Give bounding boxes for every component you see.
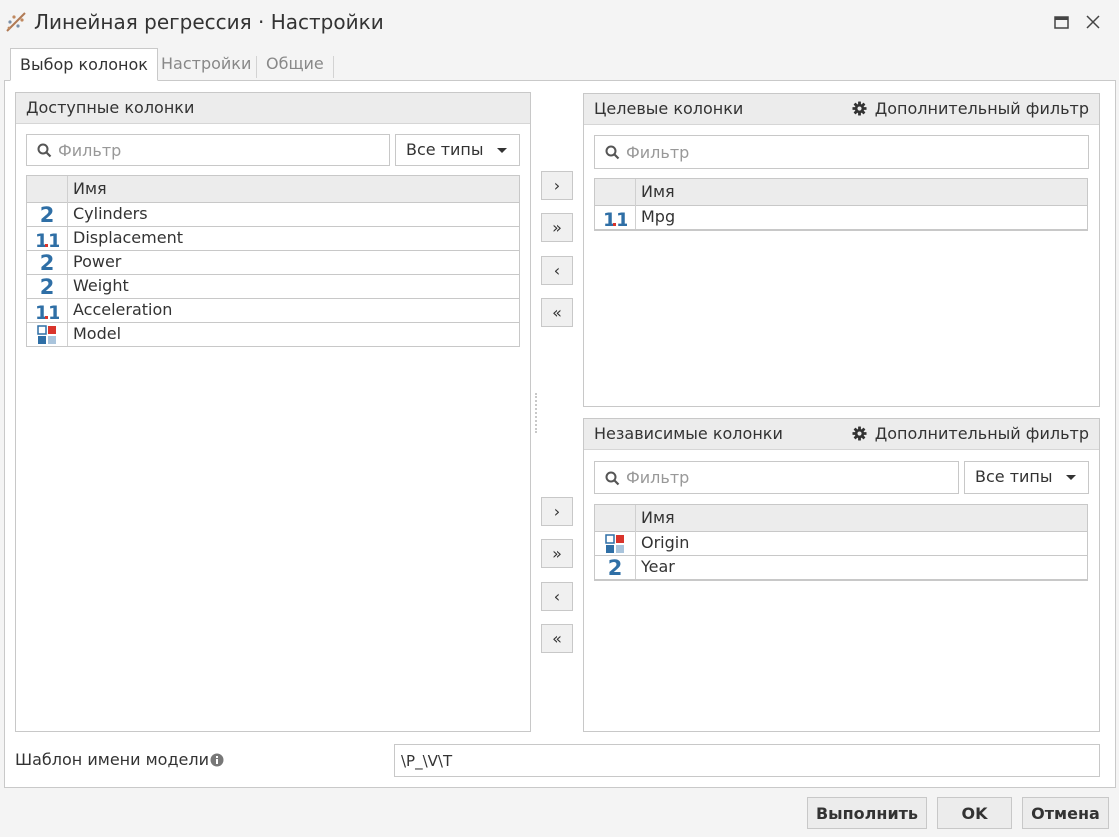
maximize-icon[interactable] xyxy=(1051,12,1071,32)
available-type-select[interactable]: Все типы xyxy=(395,134,520,166)
float-type-icon: 11 xyxy=(27,299,68,322)
panel-title: Доступные колонки xyxy=(26,98,195,117)
name-column-header: Имя xyxy=(641,508,675,527)
app-icon xyxy=(6,12,26,32)
independent-columns-table: Имя Origin 2 Year xyxy=(594,504,1088,581)
type-column-header xyxy=(27,176,68,203)
float-type-icon: 11 xyxy=(595,206,636,229)
independent-filter-input[interactable] xyxy=(626,462,953,493)
add-all-independent-button[interactable]: » xyxy=(541,539,573,568)
remove-target-button[interactable]: ‹ xyxy=(541,256,573,285)
integer-type-icon: 2 xyxy=(595,556,636,579)
categorical-type-icon xyxy=(27,323,68,346)
table-row[interactable]: 2 Power xyxy=(27,251,519,275)
table-row[interactable]: 11 Mpg xyxy=(595,206,1087,230)
table-header: Имя xyxy=(595,179,1087,206)
independent-filter-field[interactable] xyxy=(594,461,959,494)
panel-header: Независимые колонки Дополнительный фильт… xyxy=(584,419,1099,450)
name-column-header: Имя xyxy=(641,182,675,201)
chevron-down-icon xyxy=(497,148,507,153)
close-icon[interactable] xyxy=(1083,12,1103,32)
svg-text:1: 1 xyxy=(48,302,59,321)
model-template-input[interactable] xyxy=(401,745,1093,776)
table-row[interactable]: 11 Acceleration xyxy=(27,299,519,323)
type-column-header xyxy=(595,505,636,532)
remove-all-independent-button[interactable]: « xyxy=(541,624,573,653)
independent-extra-filter-button[interactable]: Дополнительный фильтр xyxy=(852,424,1089,443)
tab-settings[interactable]: Настройки xyxy=(152,48,260,81)
table-row[interactable]: 11 Displacement xyxy=(27,227,519,251)
panel-header: Доступные колонки xyxy=(16,93,530,124)
table-row[interactable]: 2 Weight xyxy=(27,275,519,299)
svg-text:1: 1 xyxy=(616,209,627,228)
tab-general[interactable]: Общие xyxy=(257,48,333,81)
target-extra-filter-button[interactable]: Дополнительный фильтр xyxy=(852,99,1089,118)
integer-type-icon: 2 xyxy=(27,251,68,274)
remove-independent-button[interactable]: ‹ xyxy=(541,582,573,611)
gear-icon xyxy=(852,426,867,441)
table-row[interactable]: 2 Cylinders xyxy=(27,203,519,227)
cancel-button[interactable]: Отмена xyxy=(1022,797,1109,829)
row-label: Origin xyxy=(641,533,690,552)
target-columns-panel: Целевые колонки Дополнительный фильтр Им… xyxy=(583,93,1100,407)
add-independent-button[interactable]: › xyxy=(541,497,573,526)
remove-all-target-button[interactable]: « xyxy=(541,298,573,327)
available-filter-field[interactable] xyxy=(26,134,390,166)
available-columns-panel: Доступные колонки Все типы Имя 2 Cylinde… xyxy=(15,92,531,732)
panel-header: Целевые колонки Дополнительный фильтр xyxy=(584,94,1099,125)
model-template-label: Шаблон имени модели xyxy=(15,750,209,769)
row-label: Weight xyxy=(73,276,129,295)
type-select-value: Все типы xyxy=(975,467,1053,486)
target-filter-field[interactable] xyxy=(594,135,1089,169)
target-filter-input[interactable] xyxy=(626,136,1083,168)
table-header: Имя xyxy=(27,176,519,203)
row-label: Year xyxy=(641,557,675,576)
add-all-target-button[interactable]: » xyxy=(541,213,573,242)
table-row[interactable]: Origin xyxy=(595,532,1087,556)
chevron-down-icon xyxy=(1066,475,1076,480)
integer-type-icon: 2 xyxy=(27,275,68,298)
float-type-icon: 11 xyxy=(27,227,68,250)
info-icon[interactable] xyxy=(210,753,224,767)
row-label: Cylinders xyxy=(73,204,148,223)
type-select-value: Все типы xyxy=(406,140,484,159)
panel-title: Независимые колонки xyxy=(594,424,783,443)
table-row[interactable]: Model xyxy=(27,323,519,347)
available-columns-table: Имя 2 Cylinders 11 Displacement 2 Power … xyxy=(26,175,520,347)
table-row[interactable]: 2 Year xyxy=(595,556,1087,580)
row-label: Mpg xyxy=(641,207,676,226)
row-label: Acceleration xyxy=(73,300,173,319)
add-target-button[interactable]: › xyxy=(541,171,573,200)
search-icon xyxy=(37,143,52,158)
model-template-field[interactable] xyxy=(394,744,1100,777)
run-button[interactable]: Выполнить xyxy=(807,797,927,829)
table-header: Имя xyxy=(595,505,1087,532)
gear-icon xyxy=(852,101,867,116)
row-label: Power xyxy=(73,252,122,271)
independent-columns-panel: Независимые колонки Дополнительный фильт… xyxy=(583,418,1100,732)
type-column-header xyxy=(595,179,636,206)
window-title: Линейная регрессия · Настройки xyxy=(34,10,384,34)
tab-column-selection[interactable]: Выбор колонок xyxy=(10,48,158,81)
available-filter-input[interactable] xyxy=(58,135,384,165)
row-label: Displacement xyxy=(73,228,183,247)
panel-title: Целевые колонки xyxy=(594,99,744,118)
independent-type-select[interactable]: Все типы xyxy=(964,461,1089,494)
name-column-header: Имя xyxy=(73,179,107,198)
svg-text:1: 1 xyxy=(48,230,59,249)
search-icon xyxy=(605,471,620,486)
target-columns-table: Имя 11 Mpg xyxy=(594,178,1088,231)
integer-type-icon: 2 xyxy=(27,203,68,226)
tab-divider xyxy=(333,56,334,78)
categorical-type-icon xyxy=(595,532,636,555)
title-bar: Линейная регрессия · Настройки xyxy=(0,0,1119,46)
extra-filter-label: Дополнительный фильтр xyxy=(874,99,1089,118)
splitter-handle[interactable] xyxy=(535,393,538,433)
search-icon xyxy=(605,145,620,160)
ok-button[interactable]: OK xyxy=(937,797,1012,829)
extra-filter-label: Дополнительный фильтр xyxy=(874,424,1089,443)
row-label: Model xyxy=(73,324,122,343)
